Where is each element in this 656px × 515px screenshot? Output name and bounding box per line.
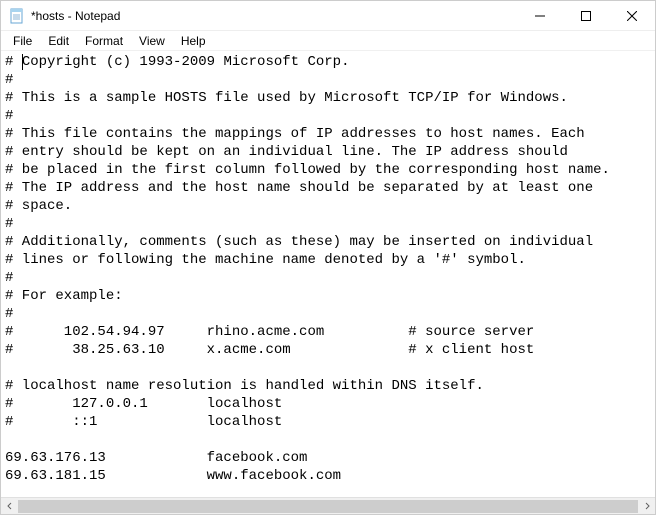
- text-line: # localhost name resolution is handled w…: [5, 377, 651, 395]
- text-line: # 38.25.63.10 x.acme.com # x client host: [5, 341, 651, 359]
- close-button[interactable]: [609, 1, 655, 31]
- text-line: # The IP address and the host name shoul…: [5, 179, 651, 197]
- text-line: #: [5, 305, 651, 323]
- text-caret: [22, 54, 23, 70]
- text-line: # lines or following the machine name de…: [5, 251, 651, 269]
- text-line: #: [5, 107, 651, 125]
- text-line: # Copyright (c) 1993-2009 Microsoft Corp…: [5, 53, 651, 71]
- text-editor[interactable]: # Copyright (c) 1993-2009 Microsoft Corp…: [1, 51, 655, 497]
- text-line: #: [5, 71, 651, 89]
- text-line: # This file contains the mappings of IP …: [5, 125, 651, 143]
- text-line: # space.: [5, 197, 651, 215]
- text-line: # This is a sample HOSTS file used by Mi…: [5, 89, 651, 107]
- titlebar[interactable]: *hosts - Notepad: [1, 1, 655, 31]
- menubar: File Edit Format View Help: [1, 31, 655, 51]
- menu-edit[interactable]: Edit: [40, 32, 77, 50]
- scroll-right-arrow-icon[interactable]: [638, 498, 655, 515]
- scroll-thumb[interactable]: [18, 500, 638, 513]
- menu-help[interactable]: Help: [173, 32, 214, 50]
- text-line: #: [5, 215, 651, 233]
- text-line: 69.63.181.15 www.facebook.com: [5, 467, 651, 485]
- menu-view[interactable]: View: [131, 32, 173, 50]
- scroll-track[interactable]: [18, 498, 638, 515]
- text-line: [5, 359, 651, 377]
- text-line: # Additionally, comments (such as these)…: [5, 233, 651, 251]
- menu-format[interactable]: Format: [77, 32, 131, 50]
- text-line: # be placed in the first column followed…: [5, 161, 651, 179]
- text-line: [5, 431, 651, 449]
- text-line: # 127.0.0.1 localhost: [5, 395, 651, 413]
- scroll-left-arrow-icon[interactable]: [1, 498, 18, 515]
- window-title: *hosts - Notepad: [31, 9, 120, 23]
- text-line: # For example:: [5, 287, 651, 305]
- minimize-button[interactable]: [517, 1, 563, 31]
- menu-file[interactable]: File: [5, 32, 40, 50]
- maximize-button[interactable]: [563, 1, 609, 31]
- horizontal-scrollbar[interactable]: [1, 497, 655, 514]
- notepad-icon: [9, 8, 25, 24]
- text-line: # 102.54.94.97 rhino.acme.com # source s…: [5, 323, 651, 341]
- text-line: # ::1 localhost: [5, 413, 651, 431]
- text-line: 69.63.176.13 facebook.com: [5, 449, 651, 467]
- text-line: #: [5, 269, 651, 287]
- text-line: # entry should be kept on an individual …: [5, 143, 651, 161]
